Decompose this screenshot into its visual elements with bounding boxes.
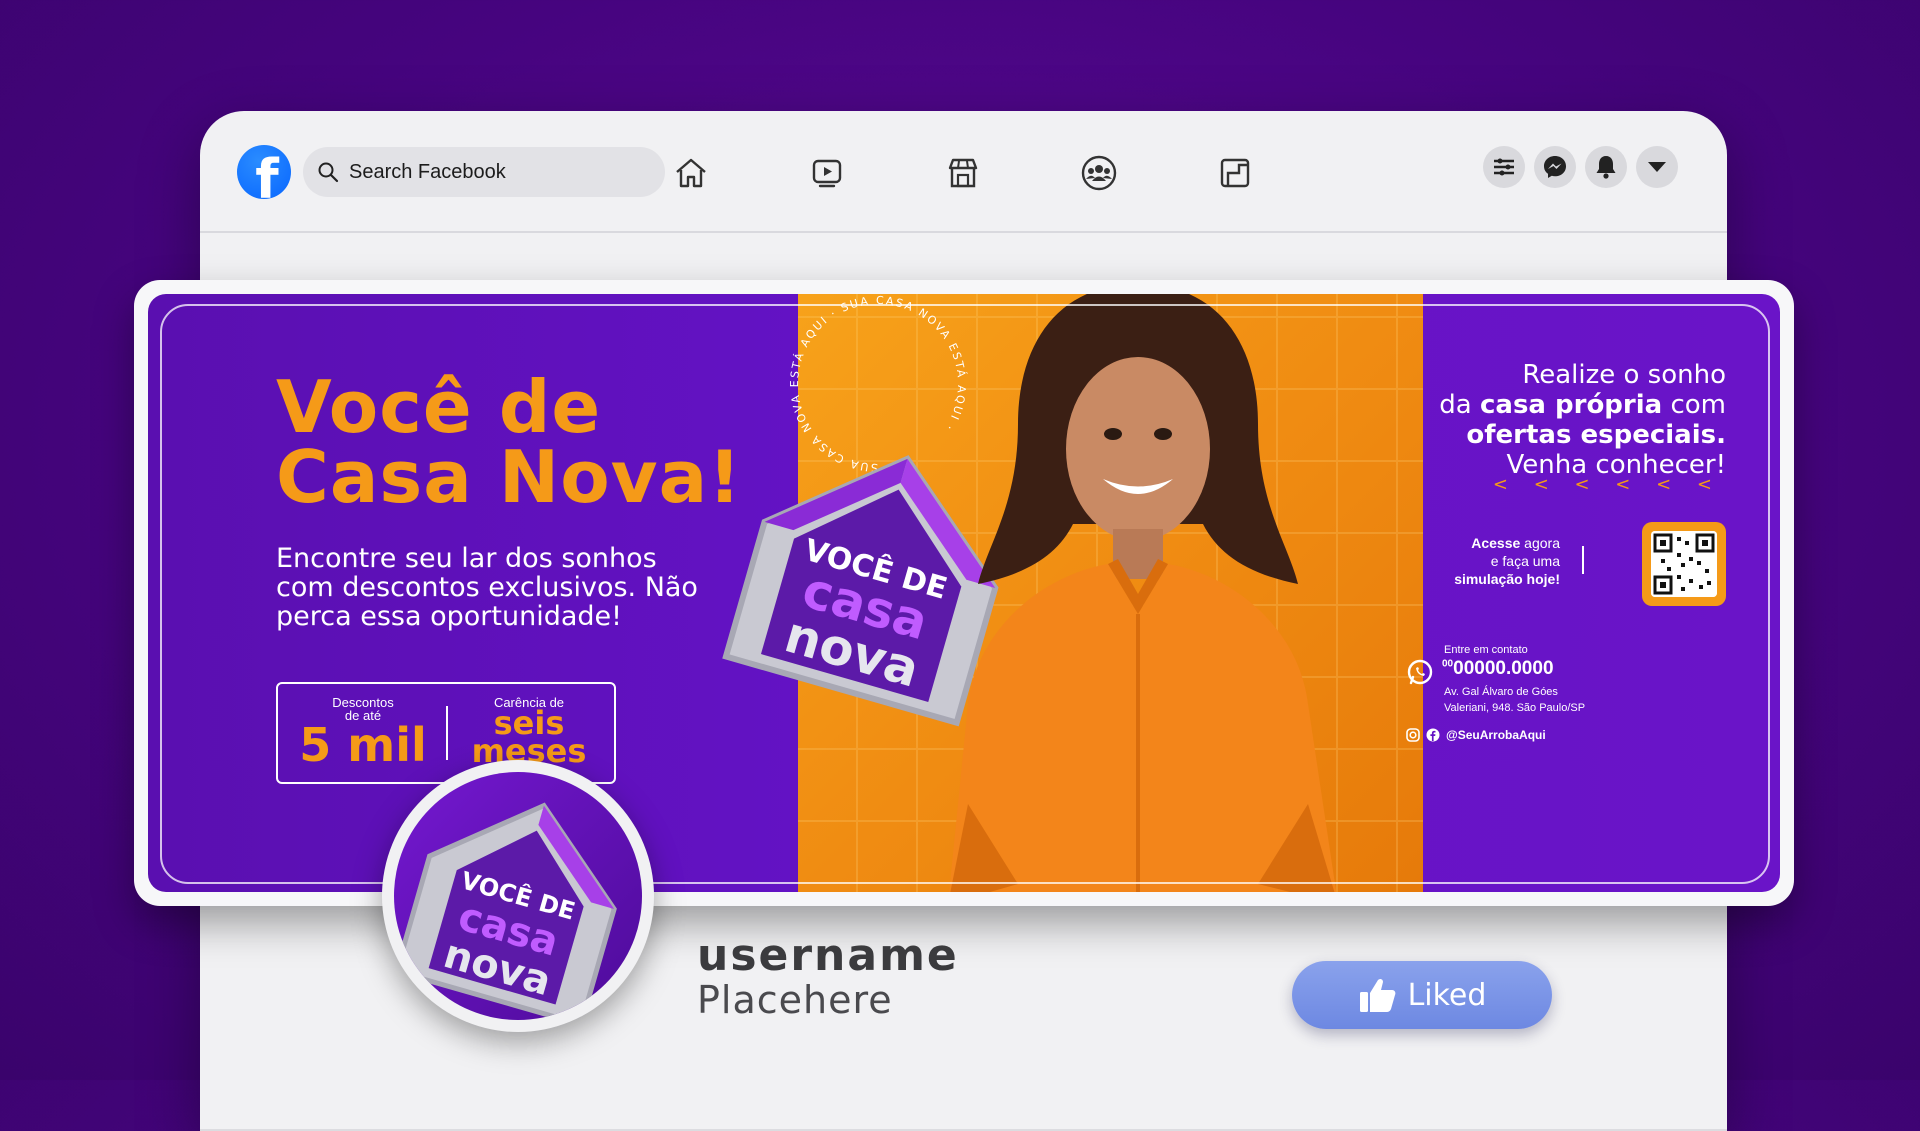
social-handle-row: @SeuArrobaAqui: [1406, 728, 1546, 742]
phone-prefix: 00: [1442, 658, 1454, 670]
video-icon[interactable]: [805, 151, 849, 195]
notifications-icon[interactable]: [1585, 146, 1627, 188]
profile-username[interactable]: username: [697, 930, 959, 981]
cta-line-3: simulação hoje!: [1454, 571, 1560, 587]
facebook-small-icon[interactable]: [1426, 728, 1440, 742]
search-input[interactable]: [347, 159, 651, 185]
right-copy-line-1: Realize o sonho: [1522, 360, 1726, 390]
contact-label: Entre em contato: [1444, 644, 1528, 656]
phone-value: 00000.0000: [1453, 658, 1554, 679]
home-icon[interactable]: [669, 151, 713, 195]
facebook-topbar: f: [200, 111, 1727, 233]
right-copy-line-2a: da: [1439, 390, 1480, 420]
liked-button[interactable]: Liked: [1292, 961, 1552, 1029]
chevron-decoration: < < < < < <: [1492, 474, 1722, 495]
profile-placeholder: Placehere: [697, 978, 893, 1022]
headline-line-2: Casa Nova!: [276, 435, 743, 519]
cta-text: Acesse agora e faça uma simulação hoje!: [1454, 534, 1560, 588]
facebook-logo-icon[interactable]: f: [237, 145, 291, 199]
headline-line-1: Você de: [276, 365, 602, 449]
promo-banner: Você de Casa Nova! Encontre seu lar dos …: [148, 294, 1780, 892]
gaming-icon[interactable]: [1213, 151, 1257, 195]
subtext: Encontre seu lar dos sonhos com desconto…: [276, 543, 698, 632]
address: Av. Gal Álvaro de Góes Valeriani, 948. S…: [1444, 684, 1585, 716]
right-copy: Realize o sonho da casa própria com ofer…: [1439, 360, 1726, 480]
cta-line-1: Acesse agora: [1454, 534, 1560, 552]
headline: Você de Casa Nova!: [276, 365, 743, 519]
qr-code-icon[interactable]: [1642, 522, 1726, 606]
address-line-1: Av. Gal Álvaro de Góes: [1444, 686, 1558, 698]
search-bar[interactable]: [303, 147, 665, 197]
cta-line-1a: Acesse: [1471, 535, 1521, 551]
address-line-2: Valeriani, 948. São Paulo/SP: [1444, 702, 1586, 714]
search-icon: [318, 162, 339, 183]
grace-offer: Carência de seis meses: [454, 696, 604, 767]
liked-label: Liked: [1407, 977, 1487, 1013]
cover-photo: Você de Casa Nova! Encontre seu lar dos …: [134, 280, 1794, 906]
cta-line-2: e faça uma: [1490, 553, 1560, 569]
cta-line-1b: agora: [1520, 535, 1560, 551]
discount-offer: Descontos de até 5 mil: [298, 696, 428, 768]
social-handle: @SeuArrobaAqui: [1446, 728, 1546, 742]
right-copy-line-2b: casa própria: [1479, 390, 1663, 420]
offer-divider: [446, 706, 448, 760]
contact-info: Entre em contato 0000000.0000 Av. Gal Ál…: [1406, 644, 1585, 716]
instagram-icon[interactable]: [1406, 728, 1420, 742]
right-copy-line-2c: com: [1662, 390, 1726, 420]
right-copy-line-2: da casa própria com: [1439, 390, 1726, 420]
right-copy-line-3: ofertas especiais.: [1466, 420, 1726, 450]
phone-number[interactable]: 0000000.0000: [1442, 658, 1585, 680]
messenger-icon[interactable]: [1534, 146, 1576, 188]
discount-value: 5 mil: [299, 718, 427, 772]
profile-avatar[interactable]: VOCÊ DE casa nova: [382, 760, 654, 1032]
whatsapp-icon[interactable]: [1406, 658, 1434, 686]
thumbs-up-icon: [1359, 978, 1395, 1012]
smiling-woman-photo: [949, 294, 1337, 892]
cta-divider: [1582, 546, 1584, 574]
avatar-house-badge: VOCÊ DE casa nova: [394, 772, 642, 1020]
marketplace-icon[interactable]: [941, 151, 985, 195]
account-dropdown-icon[interactable]: [1636, 146, 1678, 188]
menu-icon[interactable]: [1483, 146, 1525, 188]
groups-icon[interactable]: [1077, 151, 1121, 195]
